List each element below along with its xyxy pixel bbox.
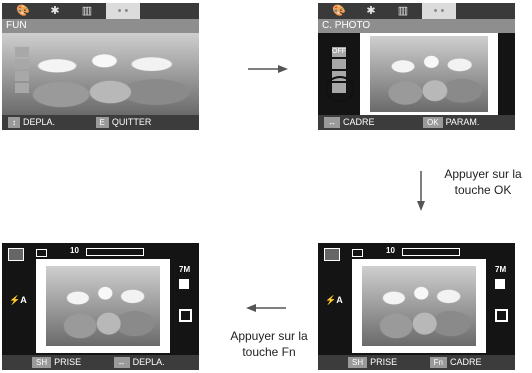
battery-icon (352, 249, 363, 257)
fun-option-4[interactable] (15, 83, 29, 93)
arrow-left-icon (246, 304, 286, 312)
move-key[interactable]: ↕ (8, 117, 20, 128)
shutter-key[interactable]: SH (32, 357, 52, 368)
mode-icon (8, 248, 24, 261)
tab-effect[interactable]: ✱ (42, 3, 68, 19)
fun-option-3[interactable] (15, 71, 29, 81)
selection-circle (325, 76, 355, 102)
caption-fn: Appuyer sur la touche Fn (224, 328, 314, 360)
fun-option-2[interactable] (15, 59, 29, 69)
off-option[interactable]: OFF (332, 47, 346, 57)
bottom-bar: ↔ CADRE OK PARAM. (318, 115, 515, 130)
mode-title: FUN (2, 19, 199, 33)
flash-auto-icon: ⚡A (325, 295, 343, 305)
screen-shoot-move: 10 7M ⚡A SH PRISE ↔ DEPLA. (2, 243, 199, 370)
exit-key[interactable]: E (95, 117, 109, 128)
shot-counter: 10 (70, 246, 79, 255)
bottom-bar: ↕ DEPLA. E QUITTER (2, 115, 199, 130)
quality-icon (495, 279, 505, 289)
caption-ok: Appuyer sur la touche OK (438, 166, 528, 198)
settings-label: PARAM. (445, 117, 480, 127)
tab-color[interactable]: 🎨 (10, 3, 36, 19)
metering-icon (179, 309, 192, 322)
photo-preview (362, 266, 476, 346)
screen-fun-menu: 🎨 ✱ ▥ • • FUN ↕ DEPLA. E QUITTER (2, 3, 199, 130)
battery-icon (36, 249, 47, 257)
mode-title: C. PHOTO (318, 19, 515, 33)
arrow-right-icon (248, 65, 288, 73)
tab-fun[interactable]: • • (422, 3, 456, 19)
frame-key[interactable]: ↔ (324, 117, 340, 128)
exit-label: QUITTER (111, 117, 152, 127)
caption-ok-line2: touche OK (454, 183, 512, 197)
tab-piano[interactable]: ▥ (74, 3, 100, 19)
mode-icon (324, 248, 340, 261)
bottom-bar: SH PRISE ↔ DEPLA. (2, 355, 199, 370)
frame-label: CADRE (343, 117, 375, 127)
caption-fn-line2: touche Fn (242, 345, 296, 359)
menu-bar: 🎨 ✱ ▥ • • (2, 3, 199, 19)
fun-option-1[interactable] (15, 47, 29, 57)
caption-fn-line1: Appuyer sur la (230, 329, 308, 343)
shutter-key[interactable]: SH (348, 357, 368, 368)
move-label: DEPLA. (132, 357, 165, 367)
photo-preview (370, 36, 488, 112)
tab-piano[interactable]: ▥ (390, 3, 416, 19)
fn-key[interactable]: Fn (429, 357, 447, 368)
memory-bar (86, 248, 144, 256)
move-label: DEPLA. (23, 117, 56, 127)
screen-shoot-frame: 10 7M ⚡A SH PRISE Fn CADRE (318, 243, 515, 370)
tab-effect[interactable]: ✱ (358, 3, 384, 19)
bottom-bar: SH PRISE Fn CADRE (318, 355, 515, 370)
shoot-label: PRISE (370, 357, 398, 367)
image-size: 7M (495, 265, 507, 274)
frame-label: CADRE (450, 357, 482, 367)
move-key[interactable]: ↔ (113, 357, 130, 368)
photo-preview (2, 33, 199, 115)
memory-bar (402, 248, 460, 256)
flash-auto-icon: ⚡A (9, 295, 27, 305)
ok-key[interactable]: OK (423, 117, 443, 128)
caption-ok-line1: Appuyer sur la (444, 167, 522, 181)
menu-bar: 🎨 ✱ ▥ • • (318, 3, 515, 19)
shot-counter: 10 (386, 246, 395, 255)
image-size: 7M (179, 265, 191, 274)
tab-color[interactable]: 🎨 (326, 3, 352, 19)
photo-preview (46, 266, 160, 346)
shoot-label: PRISE (54, 357, 82, 367)
tab-fun[interactable]: • • (106, 3, 140, 19)
screen-photo-frame-menu: 🎨 ✱ ▥ • • C. PHOTO OFF ↔ CADRE OK PARAM. (318, 3, 515, 130)
metering-icon (495, 309, 508, 322)
quality-icon (179, 279, 189, 289)
frame-option-1[interactable] (332, 59, 346, 69)
arrow-down-icon (417, 171, 425, 211)
